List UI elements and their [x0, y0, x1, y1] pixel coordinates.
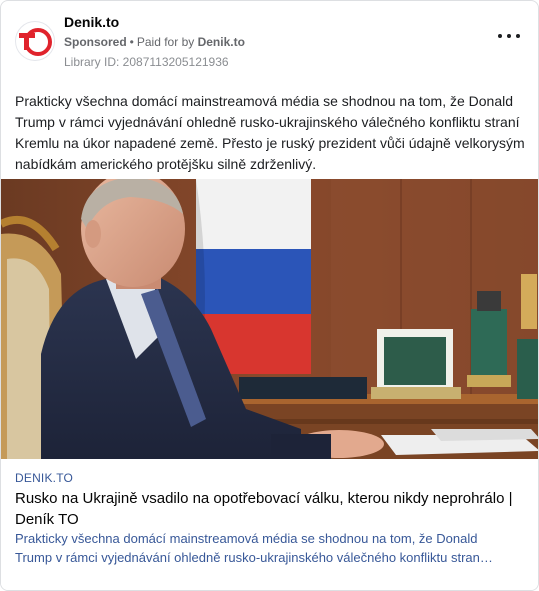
link-headline[interactable]: Rusko na Ukrajině vsadilo na opotřebovac… — [15, 488, 525, 530]
separator-dot: • — [129, 35, 134, 49]
more-horizontal-icon-dot — [516, 34, 520, 38]
post-image[interactable] — [1, 179, 538, 459]
sponsored-line: Sponsored • Paid for by Denik.to — [64, 35, 245, 49]
paid-for-name[interactable]: Denik.to — [198, 35, 245, 49]
link-domain: DENIK.TO — [15, 471, 74, 485]
more-options-button[interactable] — [498, 29, 520, 43]
more-horizontal-icon-dot — [507, 34, 511, 38]
paid-for-label: Paid for by — [136, 35, 195, 49]
library-id: Library ID: 2087113205121936 — [64, 55, 229, 69]
link-description: Prakticky všechna domácí mainstreamová m… — [15, 529, 525, 567]
post-header: Denik.to Sponsored • Paid for by Denik.to … — [1, 1, 538, 81]
link-preview[interactable]: DENIK.TO Rusko na Ukrajině vsadilo na op… — [1, 459, 538, 590]
sponsored-post-card: Denik.to Sponsored • Paid for by Denik.to … — [0, 0, 539, 591]
post-text: Prakticky všechna domácí mainstreamová m… — [15, 93, 525, 172]
more-horizontal-icon — [498, 34, 502, 38]
link-description-line2: Trump v rámci vyjednávání ohledně rusko-… — [15, 550, 493, 565]
link-description-line1: Prakticky všechna domácí mainstreamová m… — [15, 531, 478, 546]
denik-to-logo — [19, 28, 52, 56]
page-avatar[interactable] — [15, 21, 55, 61]
page-name[interactable]: Denik.to — [64, 14, 119, 30]
sponsored-label: Sponsored — [64, 35, 127, 49]
post-photo — [1, 179, 538, 459]
